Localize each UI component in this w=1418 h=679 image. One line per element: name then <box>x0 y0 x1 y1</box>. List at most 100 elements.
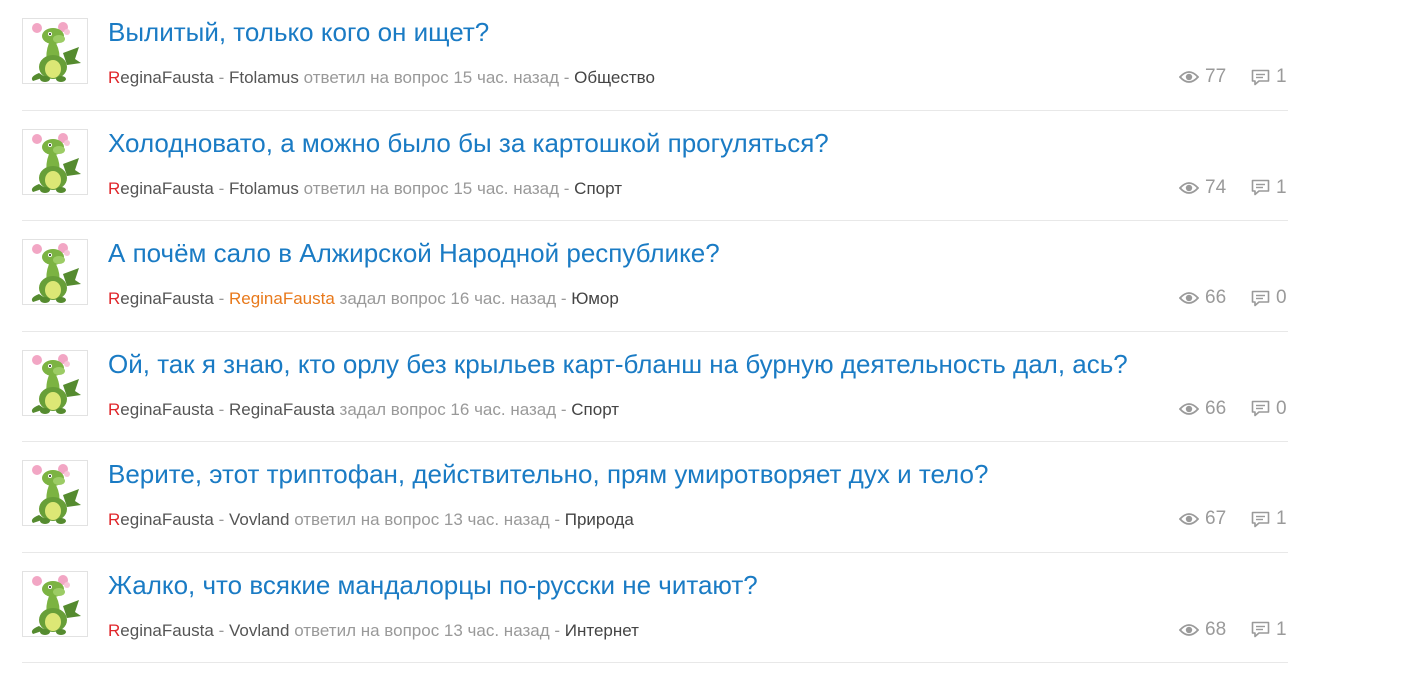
category-link[interactable]: Спорт <box>574 179 622 198</box>
separator: - <box>560 289 572 308</box>
category-link[interactable]: Интернет <box>565 621 639 640</box>
separator: - <box>213 289 229 308</box>
author-link[interactable]: ReginaFausta <box>108 68 214 87</box>
question-meta: ReginaFausta - ReginaFausta задал вопрос… <box>108 400 619 420</box>
author-name-rest: eginaFausta <box>120 68 214 87</box>
responder-link[interactable]: Vovland <box>229 621 290 640</box>
avatar[interactable] <box>22 460 88 526</box>
author-first-letter: R <box>108 399 121 419</box>
comments-stat[interactable]: 1 <box>1251 508 1288 530</box>
separator: - <box>563 178 575 198</box>
views-count: 77 <box>1205 66 1227 87</box>
question-item: А почём сало в Алжирской Народной респуб… <box>22 221 1288 332</box>
views-count: 66 <box>1205 287 1227 308</box>
question-title[interactable]: Ой, так я знаю, кто орлу без крыльев кар… <box>108 349 1128 380</box>
avatar[interactable] <box>22 18 88 84</box>
responder-link[interactable]: Ftolamus <box>229 68 299 87</box>
separator: - <box>554 510 565 529</box>
avatar[interactable] <box>22 239 88 305</box>
question-item: Вылитый, только кого он ищет? ReginaFaus… <box>22 0 1288 111</box>
responder-link[interactable]: ReginaFausta <box>229 289 335 308</box>
action-text: ответил на вопрос 15 час. назад <box>298 178 564 198</box>
comments-stat[interactable]: 1 <box>1251 619 1288 641</box>
responder-link[interactable]: Vovland <box>229 510 290 529</box>
category-link[interactable]: Общество <box>574 68 655 87</box>
author-link[interactable]: ReginaFausta <box>108 621 214 640</box>
author-name-rest: eginaFausta <box>120 178 214 198</box>
category-link[interactable]: Спорт <box>571 400 619 419</box>
dragon-avatar-icon <box>23 19 87 83</box>
question-meta: ReginaFausta - ReginaFausta задал вопрос… <box>108 289 619 309</box>
category-link[interactable]: Юмор <box>571 289 619 308</box>
avatar[interactable] <box>22 570 88 637</box>
comments-count: 1 <box>1276 508 1287 529</box>
comments-count: 1 <box>1276 618 1287 640</box>
comment-icon <box>1251 621 1270 638</box>
question-title[interactable]: Жалко, что всякие мандалорцы по-русски н… <box>108 570 758 601</box>
author-first-letter: R <box>108 510 121 529</box>
comments-stat[interactable]: 1 <box>1251 177 1288 199</box>
avatar[interactable] <box>22 349 88 416</box>
separator: - <box>213 510 229 529</box>
question-stats: 74 1 <box>1179 177 1288 199</box>
action-text: ответил на вопрос 15 час. назад <box>298 68 564 87</box>
views-stat: 74 <box>1179 177 1251 199</box>
question-title[interactable]: А почём сало в Алжирской Народной респуб… <box>108 238 720 269</box>
eye-icon <box>1179 513 1199 525</box>
action-text: задал вопрос 16 час. назад <box>334 289 561 308</box>
separator: - <box>213 68 229 87</box>
author-name-rest: eginaFausta <box>120 510 214 529</box>
comments-stat[interactable]: 0 <box>1251 398 1288 420</box>
separator: - <box>213 620 229 640</box>
views-stat: 67 <box>1179 508 1251 530</box>
author-link[interactable]: ReginaFausta <box>108 400 214 419</box>
question-stats: 77 1 <box>1179 66 1288 88</box>
views-stat: 66 <box>1179 287 1251 309</box>
views-stat: 66 <box>1179 398 1251 420</box>
comment-icon <box>1251 179 1270 196</box>
comment-icon <box>1251 290 1270 306</box>
dragon-avatar-icon <box>23 240 87 304</box>
question-stats: 68 1 <box>1179 619 1288 641</box>
separator: - <box>560 399 572 419</box>
comments-count: 1 <box>1276 176 1287 198</box>
comments-stat[interactable]: 0 <box>1251 287 1288 309</box>
question-meta: ReginaFausta - Vovland ответил на вопрос… <box>108 621 639 641</box>
dragon-avatar-icon <box>23 129 87 194</box>
question-item: Холодновато, а можно было бы за картошко… <box>22 111 1288 221</box>
author-link[interactable]: ReginaFausta <box>108 289 214 308</box>
question-stats: 66 0 <box>1179 398 1288 420</box>
dragon-avatar-icon <box>23 350 87 415</box>
author-link[interactable]: ReginaFausta <box>108 179 214 198</box>
question-item: Верите, этот триптофан, действительно, п… <box>22 442 1288 553</box>
views-count: 74 <box>1205 176 1227 198</box>
separator: - <box>554 620 565 640</box>
question-title[interactable]: Верите, этот триптофан, действительно, п… <box>108 459 988 490</box>
comment-icon <box>1251 69 1270 85</box>
action-text: ответил на вопрос 13 час. назад <box>289 510 555 529</box>
responder-link[interactable]: Ftolamus <box>229 179 299 198</box>
question-meta: ReginaFausta - Ftolamus ответил на вопро… <box>108 179 622 199</box>
question-stats: 66 0 <box>1179 287 1288 309</box>
comment-icon <box>1251 400 1270 417</box>
comments-count: 1 <box>1276 66 1287 87</box>
author-first-letter: R <box>108 178 121 198</box>
views-count: 67 <box>1205 508 1227 529</box>
author-first-letter: R <box>108 289 121 308</box>
avatar[interactable] <box>22 128 88 195</box>
comments-stat[interactable]: 1 <box>1251 66 1288 88</box>
question-title[interactable]: Холодновато, а можно было бы за картошко… <box>108 128 829 159</box>
category-link[interactable]: Природа <box>565 510 634 529</box>
comment-icon <box>1251 511 1270 527</box>
eye-icon <box>1179 623 1199 636</box>
author-link[interactable]: ReginaFausta <box>108 510 214 529</box>
action-text: задал вопрос 16 час. назад <box>334 399 561 419</box>
responder-link[interactable]: ReginaFausta <box>229 400 335 419</box>
question-title[interactable]: Вылитый, только кого он ищет? <box>108 17 489 48</box>
eye-icon <box>1179 402 1199 415</box>
author-name-rest: eginaFausta <box>120 289 214 308</box>
question-item: Ой, так я знаю, кто орлу без крыльев кар… <box>22 332 1288 442</box>
author-first-letter: R <box>108 68 121 87</box>
comments-count: 0 <box>1276 397 1287 419</box>
author-name-rest: eginaFausta <box>120 399 214 419</box>
